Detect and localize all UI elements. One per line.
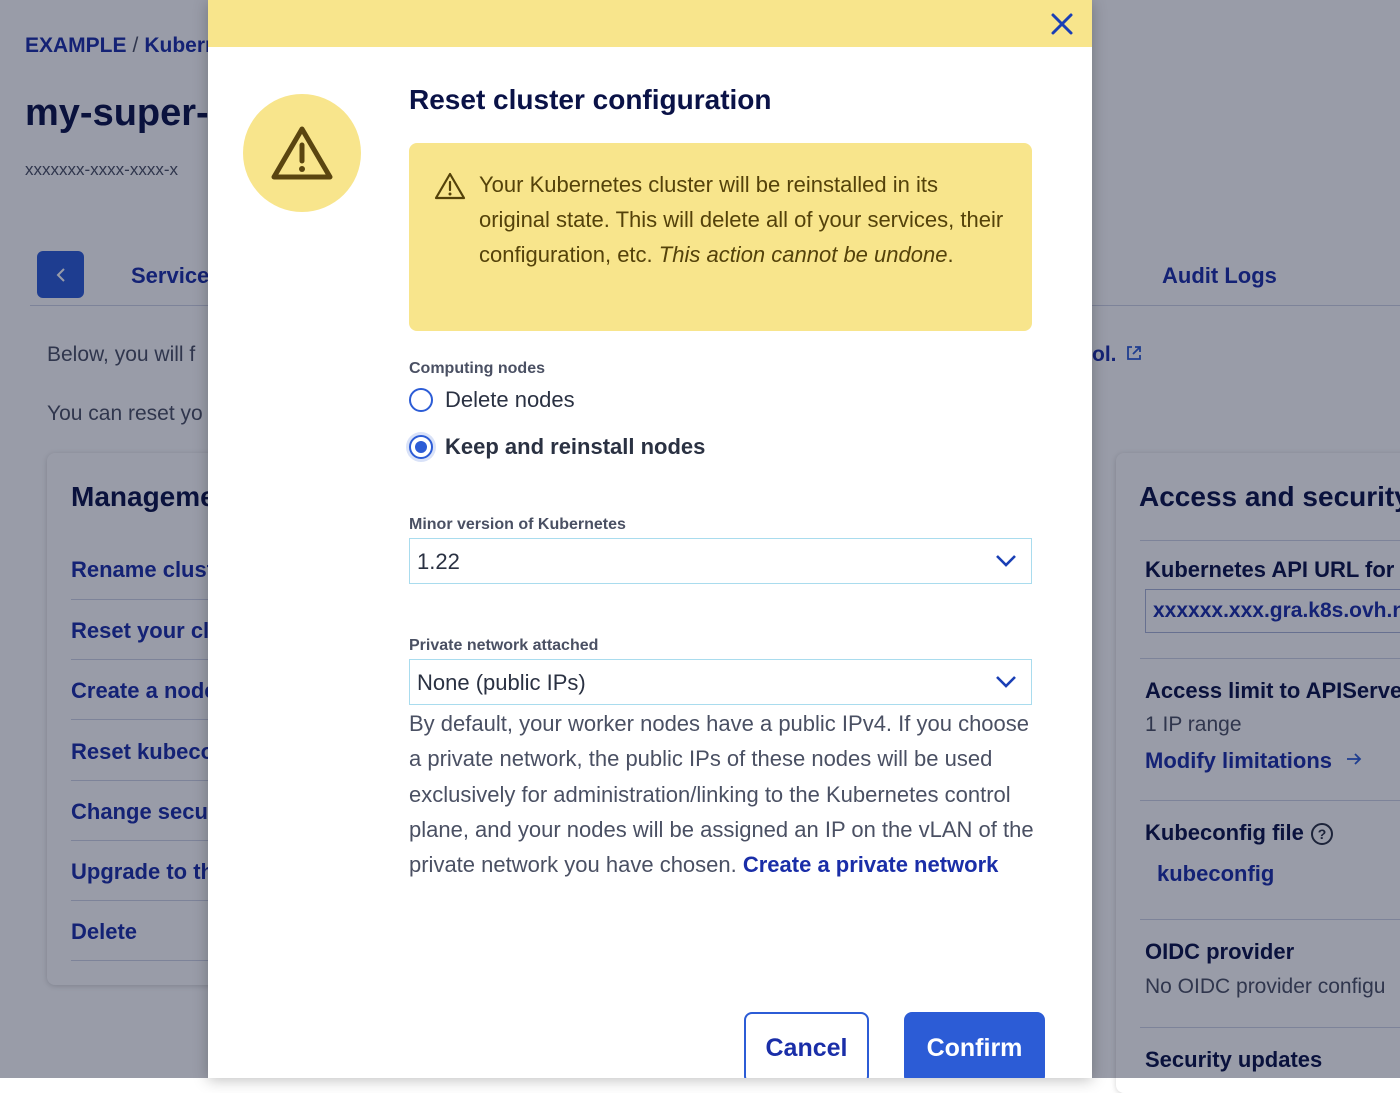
modal-title: Reset cluster configuration <box>409 84 772 115</box>
minor-version-value: 1.22 <box>417 549 460 574</box>
minor-version-select[interactable]: 1.22 <box>409 538 1032 584</box>
warning-text-end: . <box>947 242 954 267</box>
chevron-down-icon <box>996 676 1016 688</box>
warning-text-emphasis: This action cannot be undone <box>658 242 948 267</box>
warning-icon <box>434 172 466 200</box>
warning-message: Your Kubernetes cluster will be reinstal… <box>409 143 1032 331</box>
radio-label: Keep and reinstall nodes <box>445 434 706 459</box>
private-network-value: None (public IPs) <box>417 670 586 695</box>
modal-header <box>208 0 1092 47</box>
confirm-button[interactable]: Confirm <box>904 1012 1045 1078</box>
radio-delete-nodes[interactable]: Delete nodes <box>409 387 575 413</box>
radio-label: Delete nodes <box>445 387 575 412</box>
warning-badge <box>243 94 361 212</box>
radio-keep-reinstall-nodes[interactable]: Keep and reinstall nodes <box>409 434 705 460</box>
close-icon[interactable] <box>1048 10 1076 38</box>
private-network-select[interactable]: None (public IPs) <box>409 659 1032 705</box>
chevron-down-icon <box>996 555 1016 567</box>
private-network-label: Private network attached <box>409 637 599 654</box>
minor-version-label: Minor version of Kubernetes <box>409 516 626 533</box>
create-private-network-link[interactable]: Create a private network <box>743 852 999 877</box>
private-network-help: By default, your worker nodes have a pub… <box>409 706 1039 882</box>
radio-circle[interactable] <box>409 435 433 459</box>
warning-icon <box>271 126 333 180</box>
cancel-button[interactable]: Cancel <box>744 1012 869 1078</box>
computing-nodes-label: Computing nodes <box>409 360 545 377</box>
reset-cluster-modal: Reset cluster configuration Your Kuberne… <box>208 0 1092 1078</box>
radio-circle[interactable] <box>409 388 433 412</box>
warning-text: Your Kubernetes cluster will be reinstal… <box>479 167 1004 272</box>
